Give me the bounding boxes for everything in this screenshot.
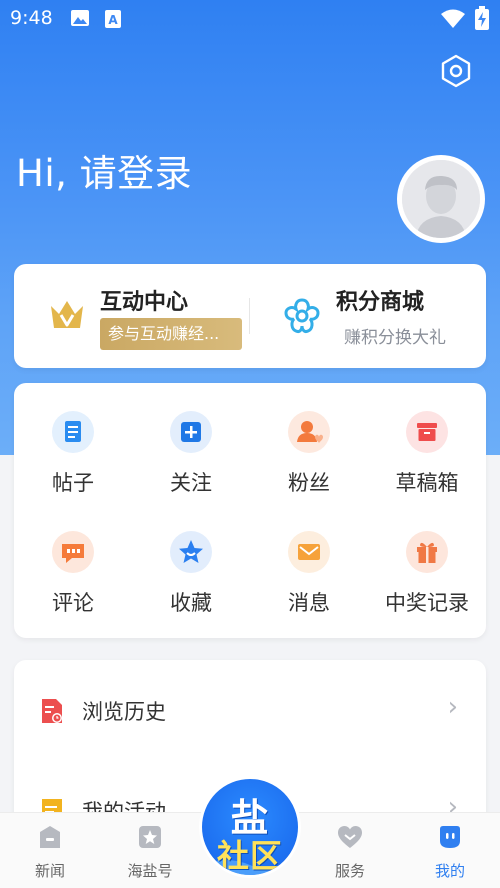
document-icon <box>52 411 94 453</box>
gift-icon <box>406 531 448 573</box>
history-doc-icon <box>40 697 64 729</box>
gold-crown-icon <box>48 296 86 338</box>
tab-haiyan[interactable]: 海盐号 <box>100 813 200 888</box>
grid-label: 粉丝 <box>288 471 330 495</box>
person-heart-icon <box>288 411 330 453</box>
avatar[interactable] <box>397 155 485 243</box>
grid-item-posts[interactable]: 帖子 <box>14 383 132 495</box>
default-avatar-icon <box>402 160 480 238</box>
flower-outline-icon <box>282 296 322 340</box>
drafts-box-icon <box>406 411 448 453</box>
grid-label: 草稿箱 <box>395 471 459 495</box>
battery-charging-icon <box>474 6 490 35</box>
interaction-center[interactable]: 互动中心 参与互动赚经... <box>14 264 249 368</box>
center-badge: 盐 社区 <box>199 776 301 878</box>
grid-label: 消息 <box>288 591 330 615</box>
grid-item-comments[interactable]: 评论 <box>14 503 132 615</box>
grid-label: 评论 <box>52 591 94 615</box>
grid-item-favorites[interactable]: 收藏 <box>132 503 250 615</box>
tab-label: 海盐号 <box>127 862 173 880</box>
grid-item-drafts[interactable]: 草稿箱 <box>368 383 486 495</box>
star-icon <box>170 531 212 573</box>
tab-news[interactable]: 新闻 <box>0 813 100 888</box>
grid-label: 中奖记录 <box>385 591 469 615</box>
tab-label: 新闻 <box>34 862 65 880</box>
grid-item-messages[interactable]: 消息 <box>250 503 368 615</box>
svg-text:A: A <box>108 13 118 27</box>
news-icon <box>36 823 64 851</box>
points-mall[interactable]: 积分商城 赚积分换大礼 <box>250 264 486 368</box>
image-icon <box>70 9 90 32</box>
comment-bubble-icon <box>52 531 94 573</box>
points-mall-title: 积分商城 <box>336 290 425 315</box>
tab-services[interactable]: 服务 <box>300 813 400 888</box>
status-bar: 9:48 A <box>0 0 500 38</box>
list-item-label: 浏览历史 <box>82 700 166 724</box>
heart-icon <box>336 823 364 851</box>
wifi-icon <box>440 9 466 34</box>
tab-label: 服务 <box>334 862 365 880</box>
grid-label: 帖子 <box>52 471 94 495</box>
plus-square-icon <box>170 411 212 453</box>
grid-item-prize-records[interactable]: 中奖记录 <box>368 503 486 615</box>
top-feature-card: 互动中心 参与互动赚经... 积分商城 赚积分换大礼 <box>14 264 486 368</box>
grid-item-fans[interactable]: 粉丝 <box>250 383 368 495</box>
grid-label: 收藏 <box>170 591 212 615</box>
points-mall-subtitle: 赚积分换大礼 <box>344 328 446 348</box>
tab-label: 我的 <box>434 862 465 880</box>
interaction-center-title: 互动中心 <box>100 290 189 315</box>
list-item-history[interactable]: 浏览历史 › <box>14 660 486 760</box>
interaction-badge: 参与互动赚经... <box>100 318 242 350</box>
envelope-icon <box>288 531 330 573</box>
chevron-right-icon: › <box>447 692 458 722</box>
a-store-icon: A <box>104 9 122 34</box>
face-bubble-icon <box>436 823 464 851</box>
tab-mine[interactable]: 我的 <box>400 813 500 888</box>
status-time: 9:48 <box>10 7 53 29</box>
center-subtitle: 社区 <box>216 837 283 875</box>
grid-item-following[interactable]: 关注 <box>132 383 250 495</box>
function-grid-card: 帖子 关注 粉丝 草稿箱 评论 收藏 消息 中奖记录 <box>14 383 486 638</box>
salt-community-button[interactable]: 盐 社区 <box>199 776 301 888</box>
grid-label: 关注 <box>170 471 212 495</box>
settings-icon[interactable] <box>437 52 475 90</box>
login-prompt[interactable]: Hi, 请登录 <box>16 143 192 197</box>
star-box-icon <box>136 823 164 851</box>
